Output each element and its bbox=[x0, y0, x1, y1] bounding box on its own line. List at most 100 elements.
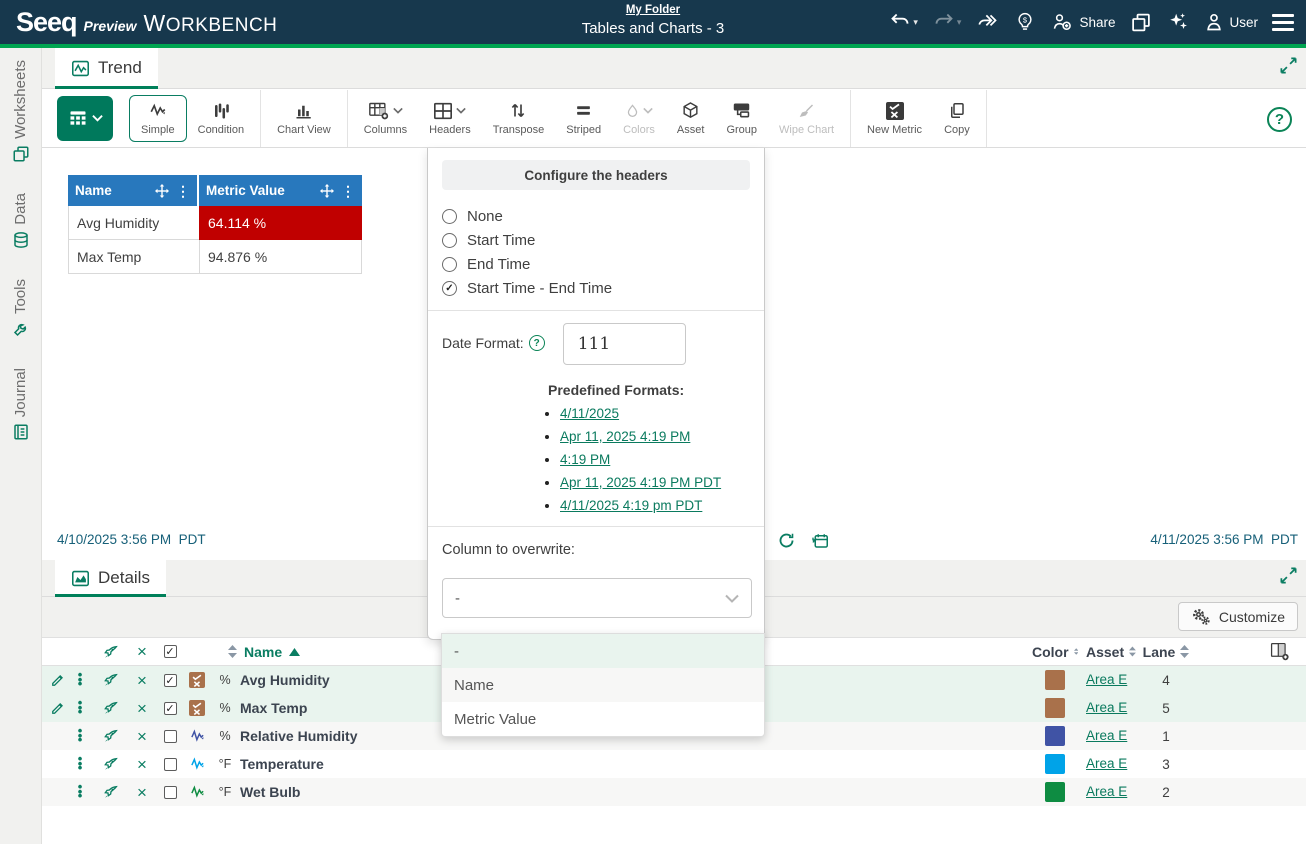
lane-column-header[interactable]: Lane bbox=[1136, 644, 1196, 660]
format-link[interactable]: 4/11/2025 bbox=[560, 406, 619, 421]
radio-end-time[interactable]: End Time bbox=[442, 256, 750, 273]
sidebar-item-journal[interactable]: Journal bbox=[12, 368, 30, 441]
range-start-timestamp[interactable]: 4/10/2025 3:56 PM PDT bbox=[57, 532, 206, 547]
color-swatch[interactable] bbox=[1045, 670, 1065, 690]
toolbar-group-button[interactable]: Group bbox=[715, 95, 768, 142]
forward-button[interactable] bbox=[973, 9, 1003, 35]
seeq-logo[interactable]: Seeq Preview WORKBENCH bbox=[16, 7, 277, 38]
asset-link[interactable]: Area E bbox=[1078, 672, 1127, 687]
color-swatch[interactable] bbox=[1045, 726, 1065, 746]
remove-icon[interactable]: × bbox=[137, 728, 147, 745]
row-checkbox[interactable]: ✓ bbox=[164, 674, 177, 687]
format-link[interactable]: 4:19 PM bbox=[560, 452, 610, 467]
suggestions-button[interactable]: $ bbox=[1012, 8, 1038, 36]
remove-icon[interactable]: × bbox=[137, 756, 147, 773]
sidebar-item-data[interactable]: Data bbox=[12, 193, 30, 249]
hamburger-menu-button[interactable] bbox=[1270, 10, 1296, 35]
row-checkbox[interactable] bbox=[164, 730, 177, 743]
help-tooltip-icon[interactable]: ? bbox=[529, 335, 545, 351]
send-all-button[interactable] bbox=[94, 644, 128, 660]
user-menu-button[interactable]: User bbox=[1201, 9, 1261, 35]
auto-update-button[interactable] bbox=[778, 532, 795, 550]
radio-checked-icon[interactable]: ✓ bbox=[442, 281, 457, 296]
remove-all-icon[interactable]: × bbox=[137, 643, 147, 660]
row-checkbox[interactable] bbox=[164, 758, 177, 771]
option-metric-value[interactable]: Metric Value bbox=[442, 702, 764, 736]
format-link[interactable]: Apr 11, 2025 4:19 PM bbox=[560, 429, 690, 444]
remove-icon[interactable]: × bbox=[137, 700, 147, 717]
asset-link[interactable]: Area E bbox=[1078, 756, 1127, 771]
radio-icon[interactable] bbox=[442, 209, 457, 224]
send-button[interactable] bbox=[94, 728, 128, 744]
undo-button[interactable]: ▾ bbox=[886, 9, 921, 35]
move-icon[interactable] bbox=[155, 184, 169, 198]
select-all-checkbox[interactable]: ✓ bbox=[164, 645, 177, 658]
duration-step-button[interactable] bbox=[811, 532, 830, 550]
customize-button[interactable]: Customize bbox=[1178, 602, 1298, 631]
ai-assistant-button[interactable] bbox=[1164, 8, 1192, 36]
send-button[interactable] bbox=[94, 756, 128, 772]
details-row[interactable]: ••• × °F Temperature Area E 3 bbox=[42, 750, 1306, 778]
tab-trend[interactable]: Trend bbox=[55, 48, 158, 88]
send-button[interactable] bbox=[94, 784, 128, 800]
move-icon[interactable] bbox=[320, 184, 334, 198]
row-menu-icon[interactable]: ••• bbox=[78, 757, 83, 771]
edit-button[interactable] bbox=[50, 701, 66, 715]
color-column-header[interactable]: Color bbox=[1032, 644, 1078, 660]
option-dash[interactable]: - bbox=[442, 634, 764, 668]
row-checkbox[interactable]: ✓ bbox=[164, 702, 177, 715]
remove-icon[interactable]: × bbox=[137, 784, 147, 801]
radio-start-time[interactable]: Start Time bbox=[442, 232, 750, 249]
column-overwrite-select[interactable]: - bbox=[442, 578, 752, 618]
radio-start-end-time[interactable]: ✓ Start Time - End Time bbox=[442, 280, 750, 297]
send-button[interactable] bbox=[94, 700, 128, 716]
radio-icon[interactable] bbox=[442, 233, 457, 248]
toolbar-simple-button[interactable]: Simple bbox=[129, 95, 187, 142]
date-format-input[interactable] bbox=[563, 323, 686, 365]
row-menu-icon[interactable]: ••• bbox=[78, 673, 83, 687]
color-swatch[interactable] bbox=[1045, 782, 1065, 802]
add-column-button[interactable] bbox=[1269, 642, 1306, 661]
radio-none[interactable]: None bbox=[442, 208, 750, 225]
option-name[interactable]: Name bbox=[442, 668, 764, 702]
toolbar-new-metric-button[interactable]: New Metric bbox=[856, 95, 933, 142]
format-link[interactable]: 4/11/2025 4:19 pm PDT bbox=[560, 498, 702, 513]
worksheets-panel-button[interactable] bbox=[1127, 9, 1155, 36]
row-menu-icon[interactable]: ••• bbox=[78, 729, 83, 743]
toolbar-asset-button[interactable]: Asset bbox=[666, 95, 716, 142]
toolbar-columns-button[interactable]: Columns bbox=[353, 95, 418, 142]
edit-button[interactable] bbox=[50, 673, 66, 687]
toolbar-chart-view-button[interactable]: Chart View bbox=[266, 95, 342, 142]
asset-column-header[interactable]: Asset bbox=[1078, 644, 1136, 660]
column-header-name[interactable]: Name ⋮ bbox=[68, 175, 199, 206]
toolbar-copy-button[interactable]: Copy bbox=[933, 95, 981, 142]
toolbar-headers-button[interactable]: Headers bbox=[418, 95, 482, 142]
toolbar-condition-button[interactable]: Condition bbox=[187, 95, 255, 142]
row-menu-icon[interactable]: ••• bbox=[78, 701, 83, 715]
asset-link[interactable]: Area E bbox=[1078, 784, 1127, 799]
details-expand-button[interactable] bbox=[1279, 566, 1298, 585]
help-button[interactable]: ? bbox=[1267, 107, 1292, 132]
share-button[interactable]: Share bbox=[1047, 9, 1118, 35]
format-link[interactable]: Apr 11, 2025 4:19 PM PDT bbox=[560, 475, 721, 490]
color-swatch[interactable] bbox=[1045, 698, 1065, 718]
remove-icon[interactable]: × bbox=[137, 672, 147, 689]
tab-details[interactable]: Details bbox=[55, 560, 166, 596]
radio-icon[interactable] bbox=[442, 257, 457, 272]
trend-expand-button[interactable] bbox=[1279, 56, 1298, 75]
range-end-timestamp[interactable]: 4/11/2025 3:56 PM PDT bbox=[1150, 532, 1298, 547]
column-menu-icon[interactable]: ⋮ bbox=[341, 186, 355, 196]
toolbar-transpose-button[interactable]: Transpose bbox=[482, 95, 556, 142]
asset-link[interactable]: Area E bbox=[1078, 700, 1127, 715]
column-header-metric-value[interactable]: Metric Value ⋮ bbox=[199, 175, 362, 206]
sidebar-item-worksheets[interactable]: Worksheets bbox=[12, 60, 30, 163]
sidebar-item-tools[interactable]: Tools bbox=[12, 279, 30, 338]
row-checkbox[interactable] bbox=[164, 786, 177, 799]
send-button[interactable] bbox=[94, 672, 128, 688]
color-swatch[interactable] bbox=[1045, 754, 1065, 774]
column-menu-icon[interactable]: ⋮ bbox=[176, 186, 190, 196]
row-menu-icon[interactable]: ••• bbox=[78, 785, 83, 799]
details-row[interactable]: ••• × °F Wet Bulb Area E 2 bbox=[42, 778, 1306, 806]
table-mode-button[interactable] bbox=[57, 96, 113, 141]
breadcrumb[interactable]: My Folder bbox=[626, 4, 680, 16]
